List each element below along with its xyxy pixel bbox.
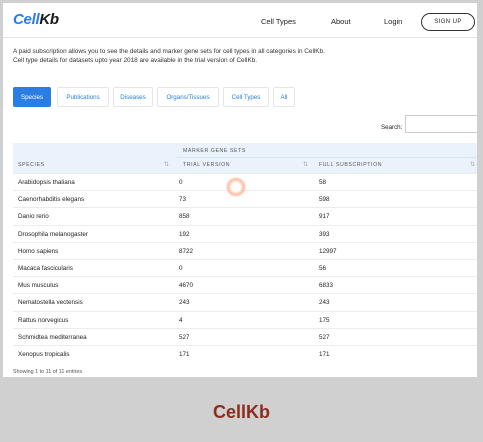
table-row[interactable]: Caenorhabditis elegans 73 598 [13,190,477,207]
header-divider-line [177,157,477,158]
logo-suffix: Kb [39,11,59,28]
table-row[interactable]: Danio rerio 858 917 [13,207,477,224]
species-cell[interactable]: Schmidtea mediterranea [18,334,87,341]
caption: CellKb [212,402,270,422]
notice-line-2: Cell type details for datasets upto year… [13,57,258,64]
table-row[interactable]: Drosophila melanogaster 192 393 [13,224,477,242]
trial-version-cell: 858 [179,213,190,221]
trial-version-cell: 4670 [179,282,194,290]
species-cell[interactable]: Arabidopsis thaliana [18,179,75,186]
trial-version-cell: 73 [179,196,187,204]
tab-organs-tissues[interactable]: Organs/Tissues [157,87,219,107]
cellkb-logo[interactable]: CellKb [13,11,59,28]
species-cell[interactable]: Xenopus tropicalis [18,351,69,358]
screen: CellKb Cell Types About Login SIGN UP A … [3,3,477,377]
full-subscription-cell: 6833 [319,282,334,290]
table-row[interactable]: Macaca fascicularis 0 56 [13,259,477,276]
tab-cell-types[interactable]: Cell Types [223,87,269,107]
full-subscription-cell: 56 [319,265,327,272]
click-indicator [226,177,246,197]
full-subscription-cell: 527 [319,333,330,341]
trial-version-cell: 0 [179,265,183,272]
table-info: Showing 1 to 11 of 11 entries [13,369,83,375]
trial-version-cell: 4 [179,316,183,324]
trial-version-cell: 171 [179,351,190,358]
full-subscription-cell: 598 [319,196,330,204]
table-header: MARKER GENE SETS SPECIES ⇅ TRIAL VERSION… [13,143,477,173]
table-row[interactable]: Xenopus tropicalis 171 171 [13,345,477,362]
logo-prefix: Cell [13,11,40,28]
trial-version-cell: 243 [179,299,190,307]
full-subscription-cell: 243 [319,299,330,307]
trial-version-cell: 8722 [179,247,194,255]
tab-publications[interactable]: Publications [57,87,109,107]
species-cell[interactable]: Homo sapiens [18,248,58,255]
species-cell[interactable]: Nematostella vectensis [18,299,83,306]
trial-version-cell: 0 [179,179,183,186]
tab-diseases[interactable]: Diseases [113,87,153,107]
sort-icon[interactable]: ⇅ [303,161,308,168]
search-input[interactable] [405,115,477,133]
table-row[interactable]: Homo sapiens 8722 12997 [13,241,477,259]
marker-gene-sets-header: MARKER GENE SETS [183,148,246,154]
header-divider [3,37,477,38]
tab-all[interactable]: All [273,87,295,107]
trial-version-cell: 527 [179,333,190,341]
notice-line-1: A paid subscription allows you to see th… [13,48,325,55]
species-cell[interactable]: Rattus norvegicus [18,317,68,324]
full-subscription-cell: 171 [319,351,330,358]
trial-version-cell: 192 [179,230,190,238]
sort-icon[interactable]: ⇅ [470,161,475,168]
column-header-full-subscription[interactable]: FULL SUBSCRIPTION [319,162,382,168]
nav-link-login[interactable]: Login [384,17,402,26]
species-cell[interactable]: Macaca fascicularis [18,265,73,272]
subscription-notice: A paid subscription allows you to see th… [13,47,325,65]
table-row[interactable]: Mus musculus 4670 6833 [13,276,477,293]
table-row[interactable]: Schmidtea mediterranea 527 527 [13,327,477,345]
nav-link-cell-types[interactable]: Cell Types [261,17,296,26]
full-subscription-cell: 58 [319,179,327,186]
sort-icon[interactable]: ⇅ [164,161,169,168]
full-subscription-cell: 175 [319,316,330,324]
sign-up-button[interactable]: SIGN UP [421,13,475,31]
tab-species[interactable]: Species [13,87,51,107]
species-cell[interactable]: Caenorhabditis elegans [18,196,84,203]
search-label: Search: [381,124,403,131]
full-subscription-cell: 917 [319,213,330,221]
nav-link-about[interactable]: About [331,17,351,26]
species-cell[interactable]: Danio rerio [18,213,49,220]
column-header-species[interactable]: SPECIES [18,162,45,168]
table-row[interactable]: Nematostella vectensis 243 243 [13,293,477,310]
full-subscription-cell: 12997 [319,247,337,255]
species-cell[interactable]: Drosophila melanogaster [18,231,88,238]
full-subscription-cell: 393 [319,230,330,238]
top-nav: CellKb Cell Types About Login SIGN UP [3,3,477,37]
column-header-trial-version[interactable]: TRIAL VERSION [183,162,230,168]
table-row[interactable]: Rattus norvegicus 4 175 [13,310,477,328]
species-cell[interactable]: Mus musculus [18,282,58,289]
